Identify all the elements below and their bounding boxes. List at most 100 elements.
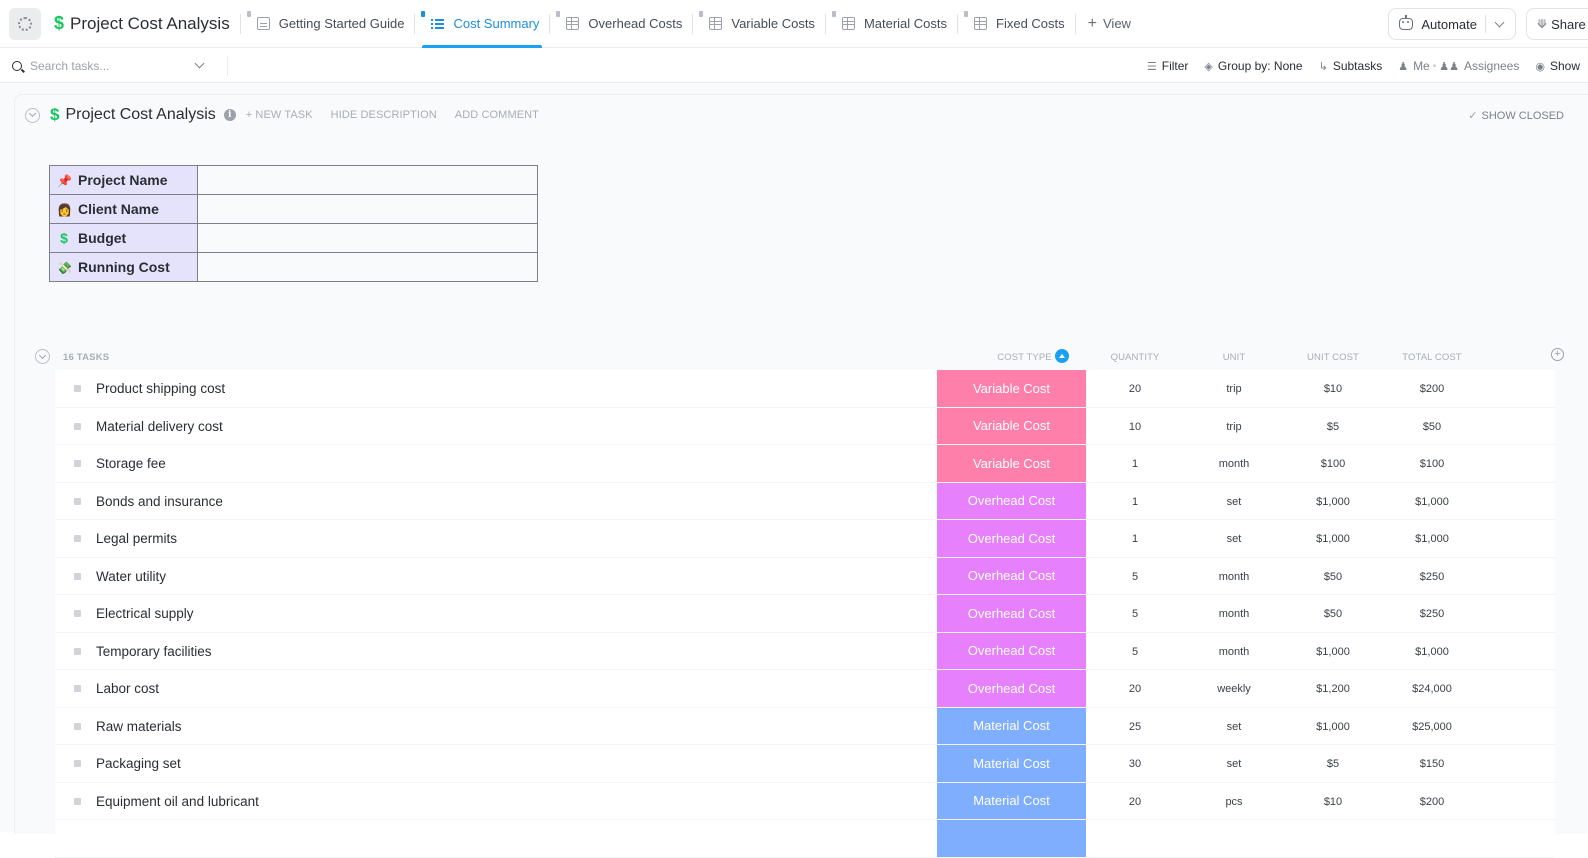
group-by-button[interactable]: ◈ Group by: None bbox=[1196, 59, 1310, 73]
task-name[interactable]: Raw materials bbox=[96, 719, 182, 734]
space-icon-button[interactable] bbox=[9, 7, 41, 40]
status-square-icon[interactable] bbox=[74, 685, 81, 692]
status-square-icon[interactable] bbox=[74, 422, 81, 430]
unit-cost-cell[interactable]: $1,200 bbox=[1303, 683, 1363, 695]
status-square-icon[interactable] bbox=[74, 797, 81, 805]
cost-type-cell[interactable]: Overhead Cost bbox=[937, 670, 1086, 707]
description-value-cell[interactable] bbox=[197, 194, 538, 224]
task-name[interactable]: Electrical supply bbox=[96, 606, 194, 621]
unit-cell[interactable]: trip bbox=[1204, 421, 1264, 433]
unit-cost-cell[interactable]: $100 bbox=[1303, 458, 1363, 470]
cost-type-cell[interactable]: Variable Cost bbox=[937, 407, 1086, 444]
task-row[interactable]: Legal permits Overhead Cost 1 set $1,000 $1,0… bbox=[55, 520, 1555, 558]
unit-cost-cell[interactable]: $50 bbox=[1303, 571, 1363, 583]
description-value-cell[interactable] bbox=[197, 223, 538, 253]
unit-cost-cell[interactable]: $1,000 bbox=[1303, 721, 1363, 733]
add-column-icon[interactable]: + bbox=[1551, 348, 1564, 361]
tab-material-costs[interactable]: Material Costs bbox=[826, 0, 957, 48]
total-cost-cell[interactable]: $200 bbox=[1401, 383, 1463, 395]
collapse-group-button[interactable] bbox=[35, 349, 50, 364]
cost-type-cell[interactable]: Overhead Cost bbox=[937, 482, 1086, 519]
total-cost-cell[interactable]: $1,000 bbox=[1401, 533, 1463, 545]
task-name[interactable]: Temporary facilities bbox=[96, 644, 212, 659]
info-icon[interactable]: i bbox=[223, 109, 236, 121]
task-name[interactable]: Water utility bbox=[96, 569, 166, 584]
task-row[interactable]: Bonds and insurance Overhead Cost 1 set $1,0… bbox=[55, 482, 1555, 520]
task-row[interactable]: Equipment oil and lubricant Material Cost… bbox=[55, 782, 1555, 820]
tab-cost-summary[interactable]: Cost Summary bbox=[415, 0, 549, 48]
quantity-cell[interactable]: 20 bbox=[1105, 796, 1165, 808]
status-square-icon[interactable] bbox=[74, 760, 81, 767]
tab-overhead-costs[interactable]: Overhead Costs bbox=[550, 0, 692, 48]
quantity-cell[interactable]: 30 bbox=[1105, 758, 1165, 770]
status-square-icon[interactable] bbox=[74, 722, 81, 730]
unit-cell[interactable]: weekly bbox=[1204, 683, 1264, 695]
description-value-cell[interactable] bbox=[197, 252, 538, 282]
unit-cell[interactable]: month bbox=[1204, 646, 1264, 658]
unit-cell[interactable]: set bbox=[1204, 758, 1264, 770]
sort-ascending-icon[interactable] bbox=[1054, 349, 1069, 363]
unit-cost-cell[interactable]: $1,000 bbox=[1303, 646, 1363, 658]
task-name[interactable]: Material delivery cost bbox=[96, 419, 223, 434]
cost-type-cell[interactable]: Variable Cost bbox=[937, 370, 1086, 407]
task-row[interactable]: Water utility Overhead Cost 5 month $50 $250 bbox=[55, 557, 1555, 595]
tab-fixed-costs[interactable]: Fixed Costs bbox=[958, 0, 1075, 48]
column-header-unit[interactable]: UNIT bbox=[1204, 352, 1264, 363]
quantity-cell[interactable]: 1 bbox=[1105, 496, 1165, 508]
unit-cell[interactable]: set bbox=[1204, 496, 1264, 508]
task-name[interactable]: Legal permits bbox=[96, 531, 177, 546]
quantity-cell[interactable]: 20 bbox=[1105, 683, 1165, 695]
cost-type-cell[interactable]: Overhead Cost bbox=[937, 520, 1086, 557]
unit-cell[interactable]: set bbox=[1204, 533, 1264, 545]
new-task-button[interactable]: + NEW TASK bbox=[246, 109, 313, 121]
cost-type-cell[interactable]: Material Cost bbox=[937, 745, 1086, 782]
task-name[interactable]: Product shipping cost bbox=[96, 381, 225, 396]
add-view-button[interactable]: + View bbox=[1076, 15, 1143, 33]
description-value-cell[interactable] bbox=[197, 165, 538, 195]
unit-cost-cell[interactable]: $10 bbox=[1303, 796, 1363, 808]
quantity-cell[interactable]: 25 bbox=[1105, 721, 1165, 733]
column-header-total-cost[interactable]: TOTAL COST bbox=[1401, 352, 1463, 363]
chevron-down-icon[interactable] bbox=[1494, 17, 1505, 27]
total-cost-cell[interactable]: $150 bbox=[1401, 758, 1463, 770]
tab-getting-started-guide[interactable]: Getting Started Guide bbox=[241, 0, 415, 48]
unit-cell[interactable]: month bbox=[1204, 608, 1264, 620]
quantity-cell[interactable]: 20 bbox=[1105, 383, 1165, 395]
chevron-down-icon[interactable] bbox=[194, 58, 205, 69]
total-cost-cell[interactable]: $250 bbox=[1401, 608, 1463, 620]
task-name[interactable]: Packaging set bbox=[96, 756, 181, 771]
status-square-icon[interactable] bbox=[74, 385, 81, 392]
total-cost-cell[interactable]: $25,000 bbox=[1401, 721, 1463, 733]
unit-cost-cell[interactable]: $10 bbox=[1303, 383, 1363, 395]
total-cost-cell[interactable]: $1,000 bbox=[1401, 646, 1463, 658]
unit-cell[interactable]: set bbox=[1204, 721, 1264, 733]
quantity-cell[interactable]: 5 bbox=[1105, 646, 1165, 658]
unit-cost-cell[interactable]: $1,000 bbox=[1303, 496, 1363, 508]
search-input[interactable] bbox=[30, 58, 190, 73]
task-row[interactable]: Material delivery cost Variable Cost 10 tri… bbox=[55, 407, 1555, 445]
total-cost-cell[interactable]: $24,000 bbox=[1401, 683, 1463, 695]
task-name[interactable]: Labor cost bbox=[96, 681, 159, 696]
collapse-list-button[interactable] bbox=[25, 107, 40, 123]
column-header-quantity[interactable]: QUANTITY bbox=[1105, 352, 1165, 363]
quantity-cell[interactable]: 1 bbox=[1105, 458, 1165, 470]
show-closed-button[interactable]: ✓ SHOW CLOSED bbox=[1468, 109, 1564, 122]
task-name[interactable]: Storage fee bbox=[96, 456, 166, 471]
total-cost-cell[interactable]: $1,000 bbox=[1401, 496, 1463, 508]
status-square-icon[interactable] bbox=[74, 647, 81, 655]
total-cost-cell[interactable]: $100 bbox=[1401, 458, 1463, 470]
status-square-icon[interactable] bbox=[74, 535, 81, 542]
hide-description-button[interactable]: HIDE DESCRIPTION bbox=[331, 109, 437, 121]
automate-button[interactable]: Automate bbox=[1388, 8, 1516, 40]
cost-type-cell[interactable]: Material Cost bbox=[937, 782, 1086, 819]
cost-type-cell[interactable]: Overhead Cost bbox=[937, 557, 1086, 594]
task-row[interactable] bbox=[55, 820, 1555, 858]
unit-cost-cell[interactable]: $50 bbox=[1303, 608, 1363, 620]
cost-type-cell[interactable]: Variable Cost bbox=[937, 445, 1086, 482]
filter-button[interactable]: ☰ Filter bbox=[1139, 59, 1197, 73]
task-name[interactable]: Bonds and insurance bbox=[96, 494, 223, 509]
unit-cell[interactable]: month bbox=[1204, 571, 1264, 583]
cost-type-cell[interactable] bbox=[937, 820, 1086, 857]
quantity-cell[interactable]: 1 bbox=[1105, 533, 1165, 545]
subtasks-button[interactable]: ↳ Subtasks bbox=[1311, 59, 1391, 73]
